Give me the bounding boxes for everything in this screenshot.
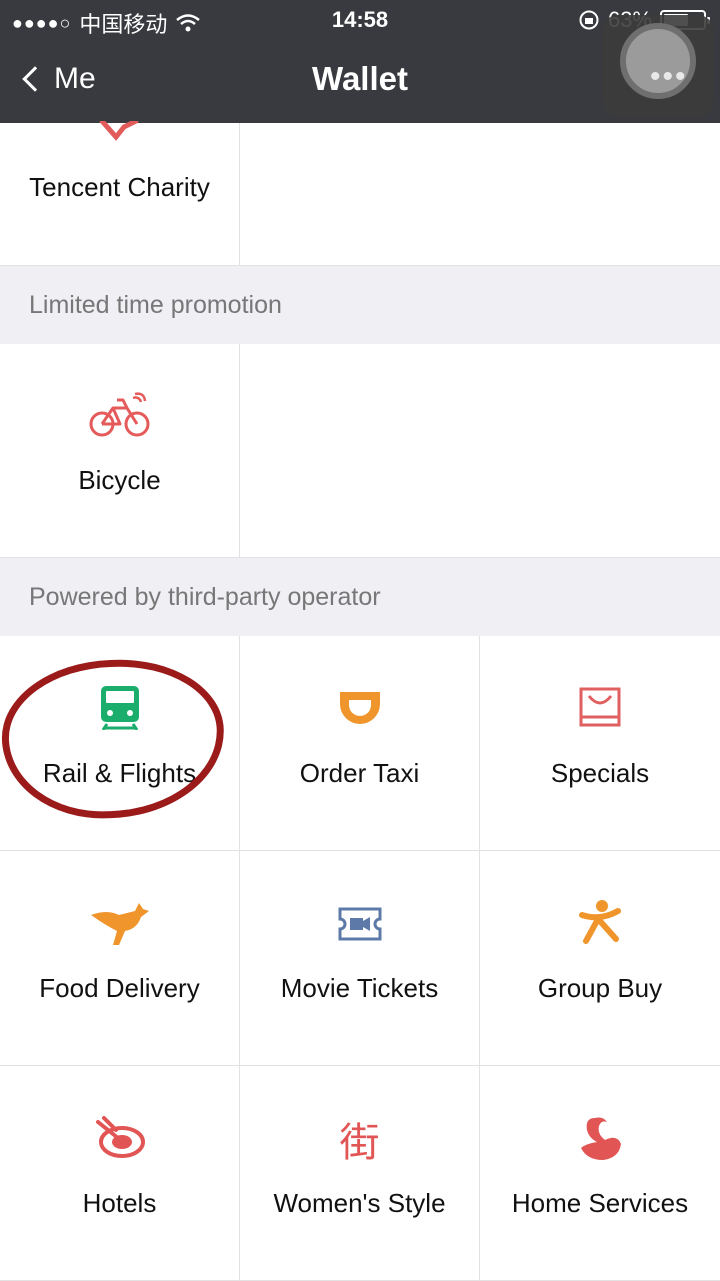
grid-item-order-taxi[interactable]: Order Taxi [240,636,480,851]
grid-item-label: Bicycle [78,465,161,495]
grid-item-womens-style[interactable]: 街 Women's Style [240,1066,480,1281]
floating-assistive-button[interactable]: ••• [602,15,714,117]
grid-item-label: Women's Style [273,1188,446,1218]
grid-item-bicycle[interactable]: Bicycle [0,344,240,558]
grid-item-label: Order Taxi [299,758,420,788]
swan-icon [581,1117,621,1160]
street-icon: 街 [339,1120,380,1166]
hotel-icon [95,1116,145,1158]
empty-cell [240,344,720,558]
section-header-third-party: Powered by third-party operator [0,558,720,636]
grid-item-home-services[interactable]: Home Services [480,1066,720,1281]
grid-item-label: Food Delivery [39,973,200,1003]
rotation-lock-icon [579,10,599,30]
shopping-bag-icon [579,687,621,727]
charity-icon [99,121,138,141]
grid-item-label: Tencent Charity [29,172,210,202]
services-grid-promotion: Bicycle [0,344,720,558]
taxi-icon [339,692,380,724]
grid-item-food-delivery[interactable]: Food Delivery [0,851,240,1066]
grid-item-label: Movie Tickets [280,973,439,1003]
section-title: Powered by third-party operator [29,583,381,611]
empty-cell [240,123,720,266]
ticket-icon [338,907,381,941]
grid-item-hotels[interactable]: Hotels [0,1066,240,1281]
more-dots-icon: ••• [650,60,688,93]
grid-item-movie-tickets[interactable]: Movie Tickets [240,851,480,1066]
services-grid-top: Tencent Charity [0,121,720,266]
grid-item-label: Hotels [82,1188,157,1218]
grid-item-group-buy[interactable]: Group Buy [480,851,720,1066]
kangaroo-icon [90,903,149,945]
grid-item-label: Home Services [511,1188,689,1218]
grid-item-label: Specials [550,758,650,788]
section-title: Limited time promotion [29,291,282,319]
bicycle-icon [89,392,149,437]
grid-item-label: Group Buy [537,973,663,1003]
group-buy-icon [579,900,621,944]
grid-item-specials[interactable]: Specials [480,636,720,851]
grid-item-tencent-charity[interactable]: Tencent Charity [0,121,240,266]
section-header-promotion: Limited time promotion [0,266,720,344]
top-bar: ●●●●○ 中国移动 14:58 63% Me Wallet ••• [0,0,720,123]
